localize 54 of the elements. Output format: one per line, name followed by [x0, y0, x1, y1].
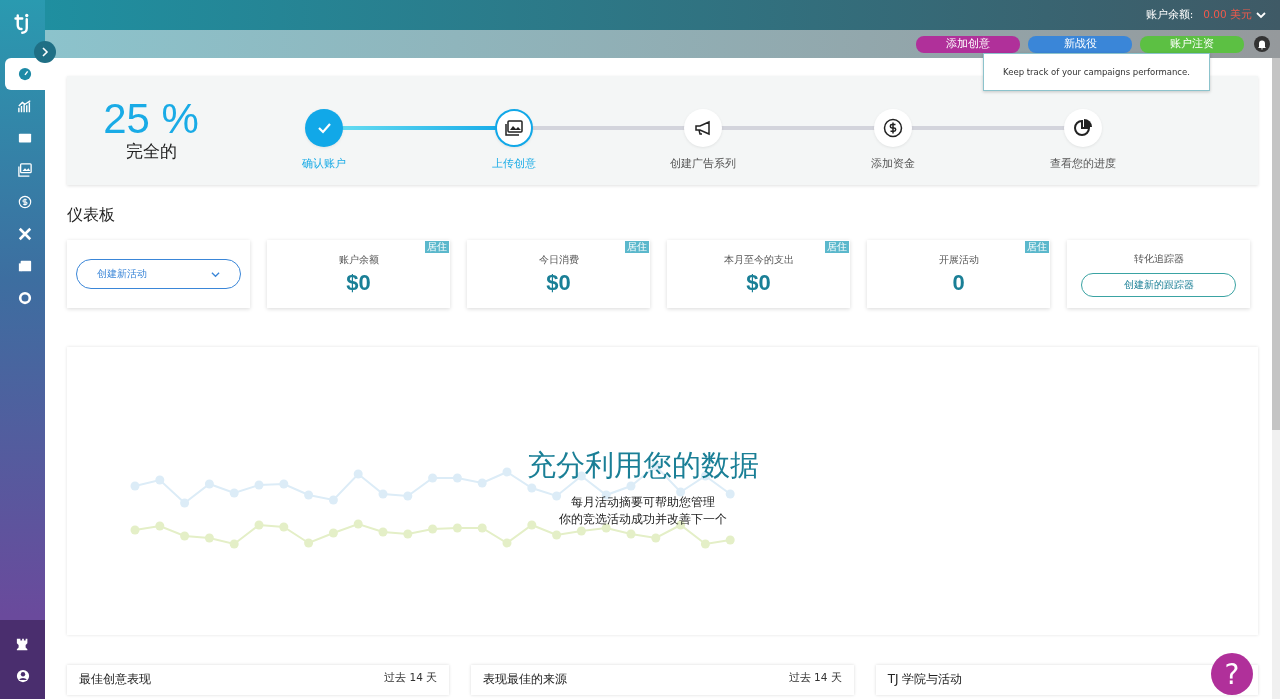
sidebar-item[interactable]: [5, 58, 45, 90]
step-circle[interactable]: [494, 108, 533, 147]
scrollbar[interactable]: [1272, 58, 1280, 430]
stat-value: $0: [346, 269, 371, 296]
balance-label: 账户余额:: [1145, 8, 1194, 22]
campaign-dropdown[interactable]: 创建新活动: [76, 259, 241, 289]
live-badge: 居住: [1025, 241, 1049, 253]
stat-label: 本月至今的支出: [723, 252, 794, 267]
step-circle[interactable]: [684, 108, 723, 147]
expand-button[interactable]: [34, 41, 56, 63]
bell-icon[interactable]: [1254, 36, 1270, 52]
chevron-down-icon[interactable]: [1256, 10, 1266, 20]
stat-value: $0: [546, 269, 571, 296]
stat-value: $0: [746, 269, 771, 296]
card-title: 最佳创意表现: [79, 671, 151, 688]
step-label: 添加资金: [871, 155, 916, 171]
help-button[interactable]: ?: [1211, 653, 1253, 695]
progress-percent: 25 %: [103, 98, 199, 140]
tooltip-text: Keep track of your campaigns performance.: [1003, 67, 1190, 77]
step-label: 上传创意: [491, 155, 536, 171]
step-circle[interactable]: [1064, 108, 1103, 147]
promo-title: 充分利用您的数据: [526, 447, 759, 484]
chart-icon: [18, 99, 32, 113]
live-badge: 居住: [825, 241, 849, 253]
stat-label: 开展活动: [938, 252, 979, 267]
action-button[interactable]: 新战役: [1028, 35, 1132, 53]
live-badge: 居住: [625, 241, 649, 253]
step-label: 查看您的进度: [1050, 155, 1117, 171]
period-label: 过去 14 天: [384, 671, 438, 685]
dollar-icon: [18, 195, 32, 209]
card-title: 表现最佳的来源: [483, 671, 568, 688]
images-icon: [18, 163, 32, 177]
progress-caption: 完全的: [125, 140, 177, 163]
rook-icon[interactable]: [15, 636, 30, 651]
step-label: 确认账户: [301, 155, 346, 171]
action-button[interactable]: 添加创意: [916, 35, 1020, 53]
stat-value: 0: [952, 269, 965, 296]
stat-label: 今日消费: [538, 252, 579, 267]
period-label: 过去 14 天: [788, 671, 842, 685]
step-label: 创建广告系列: [670, 155, 737, 171]
promo-text: 你的竞选活动成功并改善下一个: [558, 511, 727, 528]
card-title: TJ 学院与活动: [887, 671, 963, 688]
create-tracker-button[interactable]: 创建新的跟踪器: [1081, 272, 1236, 297]
chevron-down-icon: [211, 269, 220, 279]
gauge-icon: [18, 67, 32, 81]
live-badge: 居住: [425, 241, 449, 253]
tracker-label: 转化追踪器: [1133, 251, 1184, 266]
balance-value: 0.00 美元: [1203, 8, 1252, 22]
promo-text: 每月活动摘要可帮助您管理: [570, 494, 715, 511]
user-icon[interactable]: [15, 668, 30, 683]
dashboard-title: 仪表板: [67, 205, 116, 226]
chevron-right-icon: [40, 47, 50, 57]
step-circle[interactable]: [874, 108, 913, 147]
stat-label: 账户余额: [338, 252, 379, 267]
